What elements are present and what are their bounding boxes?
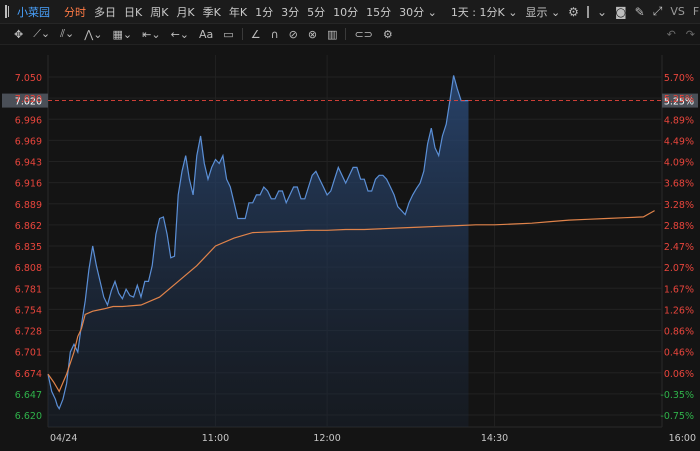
display-dropdown[interactable]: 显示 ⌄ bbox=[521, 4, 564, 20]
hide-drawing-icon[interactable]: ⊗ bbox=[303, 28, 322, 41]
percent-tick-label: 3.28% bbox=[664, 200, 694, 211]
percent-tick-label: 5.25% bbox=[664, 94, 694, 105]
tab-period-1[interactable]: 多日 bbox=[90, 4, 120, 20]
f10-button[interactable]: F10 bbox=[689, 5, 700, 18]
wave-tool-icon[interactable]: ⋀⌄ bbox=[79, 28, 107, 41]
price-tick-label: 7.020 bbox=[15, 94, 42, 105]
time-tick-label: 11:00 bbox=[202, 433, 229, 444]
pattern-tool-icon[interactable]: ▦⌄ bbox=[108, 28, 138, 41]
chevron-down-icon: ⌄ bbox=[550, 5, 561, 19]
channel-tool-icon[interactable]: ⫽⌄ bbox=[55, 27, 79, 41]
stock-list-icon[interactable] bbox=[5, 5, 9, 18]
chevron-down-icon[interactable]: ⌄ bbox=[593, 5, 611, 19]
divider bbox=[345, 28, 347, 40]
price-tick-label: 6.647 bbox=[15, 390, 42, 401]
percent-tick-label: 1.26% bbox=[664, 305, 694, 316]
gear-icon[interactable]: ⚙ bbox=[564, 5, 583, 19]
period-bar: 小菜园 分时 多日 日K 周K 月K 季K 年K 1分 3分 5分 10分 15… bbox=[0, 0, 700, 24]
stock-name[interactable]: 小菜园 bbox=[13, 4, 54, 20]
intraday-chart[interactable]: 7.020 5.25% 7.050 5.70%7.020 5.25%6.996 4.89… bbox=[0, 45, 700, 451]
time-tick-label: 14:30 bbox=[481, 433, 508, 444]
price-tick-label: 6.916 bbox=[15, 179, 42, 190]
drawing-toolbar: ✥ ⟋⌄ ⫽⌄ ⋀⌄ ▦⌄ ⇤⌄ ←⌄ Aa ▭ ∠ ∩ ⊘ ⊗ ▥ ⊂⊃ ⚙ … bbox=[0, 24, 700, 45]
tab-period-4[interactable]: 月K bbox=[172, 4, 198, 20]
chevron-down-icon: ⌄ bbox=[427, 5, 437, 19]
price-tick-label: 6.754 bbox=[15, 305, 42, 316]
tab-period-3[interactable]: 周K bbox=[146, 4, 172, 20]
magnet-icon[interactable]: ∩ bbox=[266, 28, 284, 41]
price-tick-label: 6.728 bbox=[15, 327, 42, 338]
text-tool-button[interactable]: Aa bbox=[194, 28, 218, 41]
percent-tick-label: 4.09% bbox=[664, 158, 694, 169]
more-minutes-dropdown[interactable]: 30分 ⌄ bbox=[395, 4, 441, 20]
expand-icon[interactable]: ⤢ bbox=[649, 4, 667, 19]
comment-icon[interactable]: ▭ bbox=[218, 28, 238, 41]
tab-period-11[interactable]: 15分 bbox=[362, 4, 395, 20]
time-tick-label: 04/24 bbox=[50, 433, 77, 444]
redo-icon[interactable]: ↷ bbox=[681, 28, 700, 41]
percent-tick-label: 2.88% bbox=[664, 221, 694, 232]
measure-tool-icon[interactable]: ⇤⌄ bbox=[137, 28, 165, 41]
percent-tick-label: -0.75% bbox=[660, 411, 694, 422]
percent-tick-label: 2.47% bbox=[664, 242, 694, 253]
percent-tick-label: 3.68% bbox=[664, 179, 694, 190]
percent-tick-label: 1.67% bbox=[664, 284, 694, 295]
price-tick-label: 6.620 bbox=[15, 411, 42, 422]
tab-period-6[interactable]: 年K bbox=[225, 4, 251, 20]
ruler-icon[interactable]: ∠ bbox=[246, 28, 266, 41]
price-tick-label: 6.835 bbox=[15, 242, 42, 253]
more-minutes-label: 30分 bbox=[399, 5, 425, 19]
tab-period-8[interactable]: 3分 bbox=[277, 4, 303, 20]
price-tick-label: 6.862 bbox=[15, 221, 42, 232]
toggle-icon[interactable]: ⊂⊃ bbox=[349, 28, 377, 41]
tab-period-9[interactable]: 5分 bbox=[303, 4, 329, 20]
tab-period-10[interactable]: 10分 bbox=[329, 4, 362, 20]
arrow-tool-icon[interactable]: ←⌄ bbox=[166, 28, 194, 41]
tab-period-2[interactable]: 日K bbox=[120, 4, 146, 20]
price-tick-label: 6.781 bbox=[15, 284, 42, 295]
pencil-icon[interactable]: ✎ bbox=[631, 5, 649, 19]
time-tick-label: 12:00 bbox=[313, 433, 340, 444]
vs-button[interactable]: VS bbox=[666, 5, 689, 18]
tab-period-0[interactable]: 分时 bbox=[60, 4, 90, 20]
divider bbox=[241, 28, 243, 40]
lock-drawing-icon[interactable]: ⊘ bbox=[284, 28, 303, 41]
line-tool-icon[interactable]: ⟋⌄ bbox=[28, 27, 55, 41]
price-tick-label: 6.808 bbox=[15, 263, 42, 274]
price-tick-label: 6.701 bbox=[15, 348, 42, 359]
chevron-down-icon: ⌄ bbox=[508, 5, 518, 19]
price-tick-label: 6.943 bbox=[15, 158, 42, 169]
crosshair-move-icon[interactable]: ✥ bbox=[0, 28, 28, 41]
percent-tick-label: 0.06% bbox=[664, 369, 694, 380]
fullscreen-checkbox[interactable] bbox=[586, 5, 589, 18]
percent-tick-label: -0.35% bbox=[660, 390, 694, 401]
tab-period-5[interactable]: 季K bbox=[199, 4, 225, 20]
percent-tick-label: 0.46% bbox=[664, 348, 694, 359]
percent-tick-label: 0.86% bbox=[664, 327, 694, 338]
settings-gear-icon[interactable]: ⚙ bbox=[378, 28, 398, 41]
time-tick-label: 16:00 bbox=[669, 433, 696, 444]
undo-icon[interactable]: ↶ bbox=[662, 28, 681, 41]
price-tick-label: 6.674 bbox=[15, 369, 42, 380]
price-tick-label: 6.969 bbox=[15, 136, 42, 147]
percent-tick-label: 2.07% bbox=[664, 263, 694, 274]
percent-tick-label: 5.70% bbox=[664, 73, 694, 84]
display-label: 显示 bbox=[525, 5, 548, 19]
percent-tick-label: 4.49% bbox=[664, 136, 694, 147]
camera-icon[interactable]: ◙ bbox=[611, 5, 631, 19]
price-tick-label: 7.050 bbox=[15, 73, 42, 84]
price-tick-label: 6.889 bbox=[15, 200, 42, 211]
percent-tick-label: 4.89% bbox=[664, 115, 694, 126]
price-tick-label: 6.996 bbox=[15, 115, 42, 126]
multi-view-dropdown[interactable]: 1天 : 1分K ⌄ bbox=[447, 4, 522, 20]
tab-period-7[interactable]: 1分 bbox=[251, 4, 277, 20]
multi-view-label: 1天 : 1分K bbox=[450, 5, 505, 19]
trash-icon[interactable]: ▥ bbox=[322, 28, 342, 41]
